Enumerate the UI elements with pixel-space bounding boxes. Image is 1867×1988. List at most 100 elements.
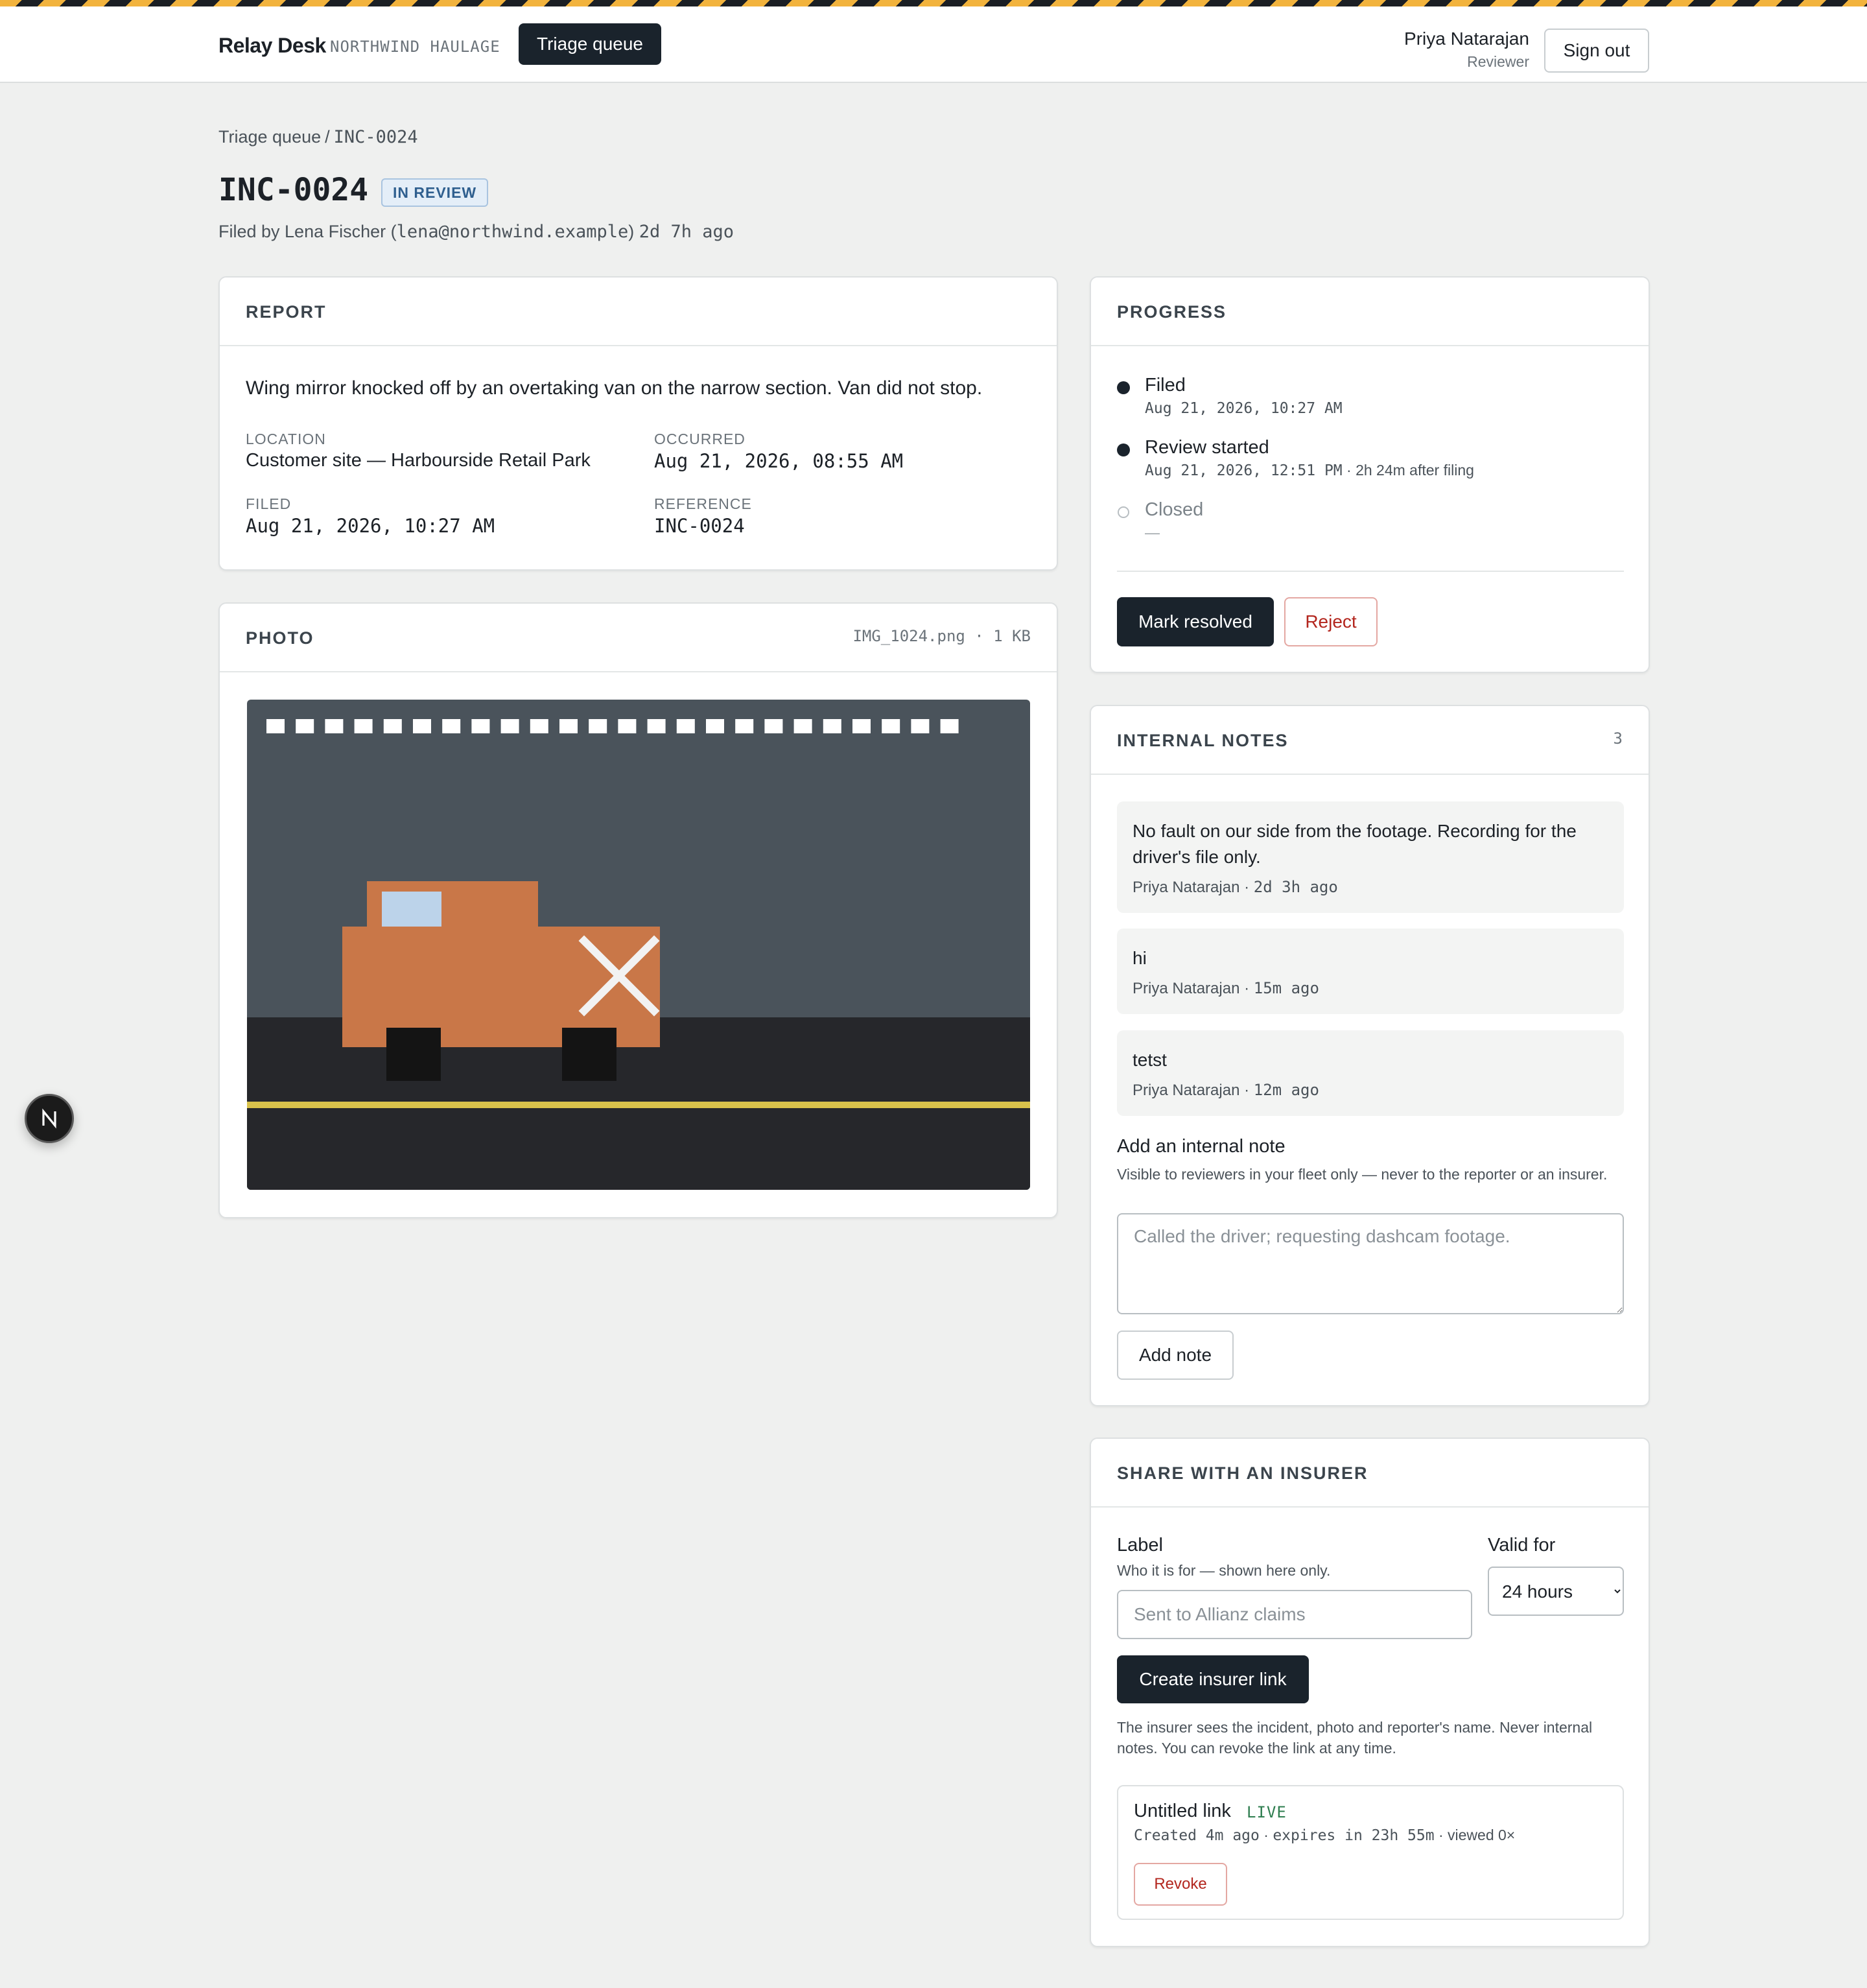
breadcrumb-separator: / (325, 127, 330, 147)
revoke-link-button[interactable]: Revoke (1134, 1863, 1227, 1906)
link-expires: expires in 23h 55m (1273, 1827, 1435, 1844)
add-note-title: Add an internal note (1117, 1136, 1286, 1157)
note-meta-separator: · (1244, 879, 1250, 896)
internal-notes-card: INTERNAL NOTES 3 No fault on our side fr… (1090, 705, 1650, 1406)
step-title: Closed (1145, 499, 1204, 520)
note-text: No fault on our side from the footage. R… (1133, 821, 1577, 867)
filed-ago: 2d 7h ago (639, 222, 734, 242)
photo-card: PHOTO IMG_1024.png · 1 KB (218, 602, 1058, 1218)
incident-photo[interactable] (247, 700, 1030, 1190)
user-role: Reviewer (1467, 53, 1529, 70)
filled-dot-icon (1117, 444, 1130, 456)
note-meta: Priya Natarajan · 15m ago (1133, 979, 1319, 998)
breadcrumb: Triage queue / INC-0024 (218, 127, 418, 147)
reference-value: INC-0024 (654, 515, 745, 537)
org-name: NORTHWIND HAULAGE (330, 38, 500, 56)
link-status-badge: LIVE (1247, 1803, 1287, 1821)
progress-card: PROGRESS Filed Aug 21, 2026, 10:27 AM Re… (1090, 276, 1650, 673)
breadcrumb-current: INC-0024 (333, 127, 418, 147)
photo-heading: PHOTO (246, 628, 314, 648)
report-description: Wing mirror knocked off by an overtaking… (246, 377, 983, 399)
note-ago: 12m ago (1253, 1081, 1319, 1099)
step-title: Filed (1145, 375, 1186, 396)
step-timestamp: Aug 21, 2026, 12:51 PM (1145, 462, 1343, 479)
n-logo-icon (42, 1108, 56, 1129)
note-author: Priya Natarajan (1133, 879, 1240, 896)
filed-value: Aug 21, 2026, 10:27 AM (246, 515, 495, 537)
label-input[interactable] (1117, 1590, 1472, 1639)
photo-meta-separator: · (974, 627, 984, 645)
share-insurer-card: SHARE WITH AN INSURER Label Who it is fo… (1090, 1438, 1650, 1947)
notes-card-header: INTERNAL NOTES 3 (1091, 706, 1649, 775)
occurred-label: OCCURRED (654, 431, 746, 447)
location-label: LOCATION (246, 431, 326, 447)
note-item: No fault on our side from the footage. R… (1117, 801, 1624, 913)
user-name: Priya Natarajan (1404, 29, 1529, 49)
note-text: tetst (1133, 1050, 1167, 1070)
breadcrumb-link-triage-queue[interactable]: Triage queue (218, 127, 321, 147)
step-subtitle: Aug 21, 2026, 10:27 AM (1145, 399, 1343, 417)
note-textarea[interactable] (1117, 1213, 1624, 1314)
report-heading: REPORT (246, 302, 327, 322)
filed-by-prefix: Filed by Lena Fischer ( (218, 222, 397, 241)
photo-card-header: PHOTO IMG_1024.png · 1 KB (220, 604, 1057, 672)
step-subtitle: Aug 21, 2026, 12:51 PM · 2h 24m after fi… (1145, 462, 1474, 479)
report-card-header: REPORT (220, 278, 1057, 346)
filed-by-email: lena@northwind.example (396, 222, 629, 242)
note-item: tetst Priya Natarajan · 12m ago (1117, 1030, 1624, 1116)
nav-triage-queue-button[interactable]: Triage queue (519, 23, 661, 65)
share-card-header: SHARE WITH AN INSURER (1091, 1439, 1649, 1508)
top-bar: Relay Desk NORTHWIND HAULAGE Triage queu… (0, 6, 1867, 83)
link-meta-separator: · (1438, 1827, 1444, 1843)
framework-dev-badge[interactable] (25, 1094, 74, 1143)
filed-by-line: Filed by Lena Fischer (lena@northwind.ex… (218, 222, 734, 242)
divider (1117, 571, 1624, 572)
note-meta-separator: · (1244, 1082, 1250, 1099)
note-author: Priya Natarajan (1133, 1082, 1240, 1099)
sign-out-button[interactable]: Sign out (1544, 29, 1649, 73)
photo-size: 1 KB (993, 627, 1031, 645)
link-meta: Created 4m ago · expires in 23h 55m · vi… (1134, 1827, 1515, 1844)
reference-label: REFERENCE (654, 495, 752, 512)
insurer-link-item: Untitled link LIVE Created 4m ago · expi… (1117, 1785, 1624, 1920)
note-ago: 2d 3h ago (1253, 878, 1338, 896)
add-note-button[interactable]: Add note (1117, 1331, 1234, 1380)
page-title: INC-0024 (218, 172, 369, 208)
reject-button[interactable]: Reject (1284, 597, 1378, 646)
link-meta-separator: · (1263, 1827, 1269, 1843)
filed-label: FILED (246, 495, 292, 512)
progress-heading: PROGRESS (1117, 302, 1227, 322)
link-name: Untitled link (1134, 1801, 1231, 1821)
step-extra: · 2h 24m after filing (1346, 462, 1474, 479)
label-field-help: Who it is for — shown here only. (1117, 1562, 1331, 1579)
link-created: Created 4m ago (1134, 1827, 1260, 1844)
progress-card-header: PROGRESS (1091, 278, 1649, 346)
note-author: Priya Natarajan (1133, 980, 1240, 997)
step-timestamp: Aug 21, 2026, 10:27 AM (1145, 400, 1343, 417)
link-viewed: viewed 0× (1448, 1827, 1516, 1843)
add-note-help: Visible to reviewers in your fleet only … (1117, 1166, 1608, 1183)
create-insurer-link-button[interactable]: Create insurer link (1117, 1655, 1309, 1703)
occurred-value: Aug 21, 2026, 08:55 AM (654, 450, 904, 472)
photo-filename: IMG_1024.png (852, 627, 965, 645)
incident-photo-image (247, 700, 1030, 1190)
notes-count: 3 (1613, 729, 1623, 748)
note-meta: Priya Natarajan · 12m ago (1133, 1081, 1319, 1100)
app-name: Relay Desk (218, 34, 326, 57)
step-subtitle: — (1145, 524, 1160, 541)
note-text: hi (1133, 948, 1147, 968)
filled-dot-icon (1117, 381, 1130, 394)
label-field-title: Label (1117, 1535, 1163, 1556)
mark-resolved-button[interactable]: Mark resolved (1117, 597, 1274, 646)
step-timestamp: — (1145, 524, 1160, 541)
note-ago: 15m ago (1253, 979, 1319, 997)
note-meta-separator: · (1244, 980, 1250, 997)
location-value: Customer site — Harbourside Retail Park (246, 450, 591, 471)
filed-by-suffix: ) (628, 222, 635, 241)
report-card: REPORT Wing mirror knocked off by an ove… (218, 276, 1058, 571)
note-item: hi Priya Natarajan · 15m ago (1117, 929, 1624, 1014)
valid-for-select[interactable]: 24 hours (1488, 1567, 1624, 1616)
empty-dot-icon (1118, 506, 1129, 518)
hazard-stripe (0, 0, 1867, 6)
share-heading: SHARE WITH AN INSURER (1117, 1463, 1368, 1483)
